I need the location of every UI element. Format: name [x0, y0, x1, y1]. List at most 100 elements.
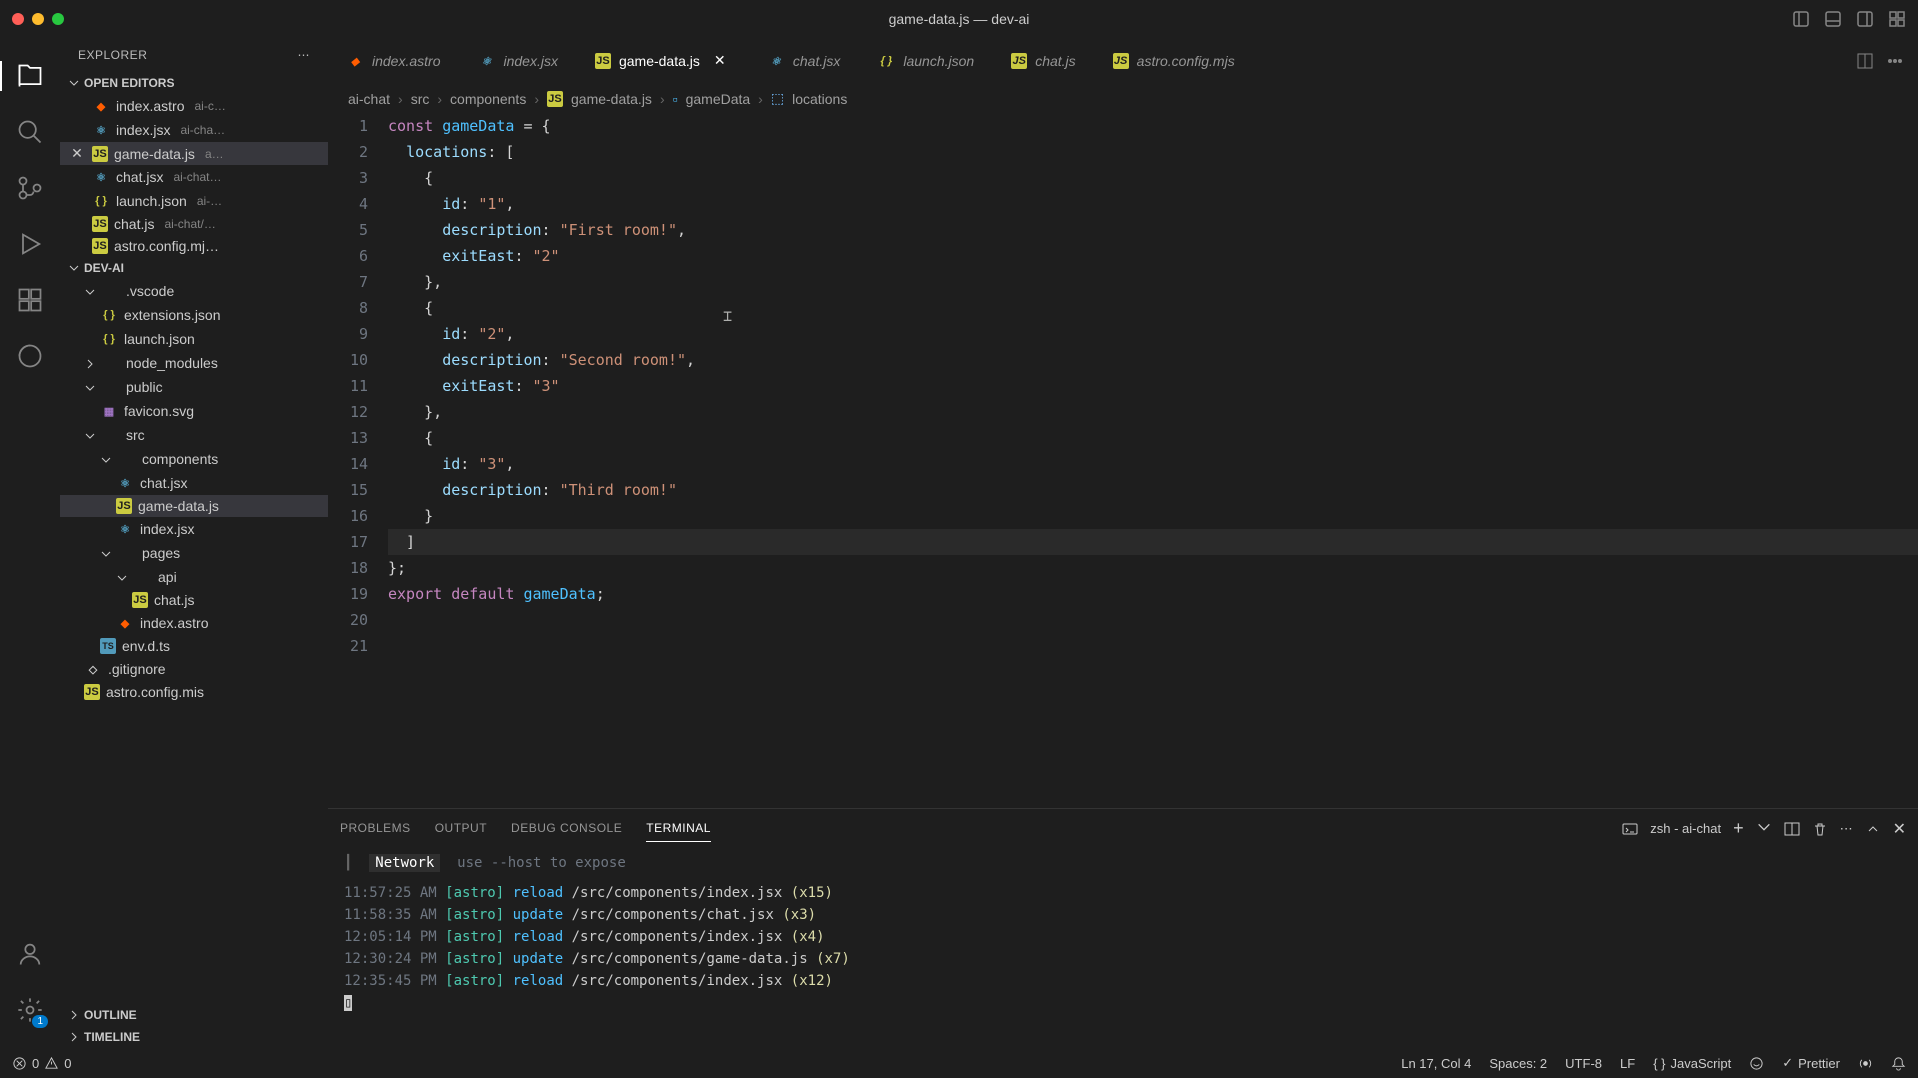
split-editor-icon[interactable]: [1856, 52, 1874, 70]
folder-item[interactable]: node_modules: [60, 351, 328, 375]
terminal-dropdown-icon[interactable]: [1756, 819, 1772, 838]
file-item[interactable]: ▦favicon.svg: [60, 399, 328, 423]
maximize-window-button[interactable]: [52, 13, 64, 25]
customize-layout-icon[interactable]: [1888, 10, 1906, 28]
close-tab-icon[interactable]: ✕: [714, 52, 730, 69]
status-feedback-icon[interactable]: [1749, 1056, 1764, 1071]
sidebar-title: EXPLORER: [78, 48, 147, 62]
terminal-line: 11:58:35 AM [astro] update /src/componen…: [344, 904, 1902, 926]
project-section[interactable]: DEV-AI: [60, 257, 328, 279]
outline-section[interactable]: OUTLINE: [60, 1004, 328, 1026]
folder-item[interactable]: .vscode: [60, 279, 328, 303]
terminal-label[interactable]: zsh - ai-chat: [1650, 821, 1721, 836]
file-item[interactable]: ◇.gitignore: [60, 657, 328, 681]
run-debug-tab[interactable]: [0, 216, 60, 272]
open-editor-item[interactable]: JSastro.config.mj…: [60, 235, 328, 257]
terminal-output[interactable]: ┃ Network use --host to expose 11:57:25 …: [328, 842, 1918, 1048]
panel-actions: zsh - ai-chat + ⋯ ✕: [1622, 818, 1906, 839]
maximize-panel-icon[interactable]: [1865, 821, 1881, 837]
close-window-button[interactable]: [12, 13, 24, 25]
window-title: game-data.js — dev-ai: [889, 11, 1030, 27]
status-spaces[interactable]: Spaces: 2: [1489, 1056, 1547, 1071]
status-language[interactable]: { } JavaScript: [1653, 1056, 1731, 1071]
panel-tab-problems[interactable]: PROBLEMS: [340, 815, 411, 842]
toggle-panel-icon[interactable]: [1824, 10, 1842, 28]
breadcrumb[interactable]: ai-chat › src › components › JSgame-data…: [328, 84, 1918, 113]
editor-tab[interactable]: JSgame-data.js✕: [577, 38, 749, 84]
accounts-button[interactable]: [0, 926, 60, 982]
panel-tab-debug-console[interactable]: DEBUG CONSOLE: [511, 815, 622, 842]
more-actions-icon[interactable]: [1886, 52, 1904, 70]
edge-tools-tab[interactable]: [0, 328, 60, 384]
status-broadcast-icon[interactable]: [1858, 1056, 1873, 1071]
editor-tab[interactable]: { }launch.json: [859, 38, 993, 84]
open-editor-item[interactable]: ✕JSgame-data.jsa…: [60, 142, 328, 165]
search-tab[interactable]: [0, 104, 60, 160]
close-editor-icon[interactable]: ✕: [68, 145, 86, 162]
editor-tab[interactable]: ⚛index.jsx: [459, 38, 576, 84]
folder-item[interactable]: api: [60, 565, 328, 589]
panel-tab-output[interactable]: OUTPUT: [435, 815, 487, 842]
sidebar-more-icon[interactable]: ⋯: [298, 48, 311, 62]
toggle-primary-sidebar-icon[interactable]: [1792, 10, 1810, 28]
status-cursor[interactable]: Ln 17, Col 4: [1401, 1056, 1471, 1071]
open-editor-item[interactable]: JSchat.jsai-chat/…: [60, 213, 328, 235]
title-bar: game-data.js — dev-ai: [0, 0, 1918, 38]
timeline-section[interactable]: TIMELINE: [60, 1026, 328, 1048]
editor-tab[interactable]: JSastro.config.mjs: [1095, 38, 1254, 84]
status-eol[interactable]: LF: [1620, 1056, 1635, 1071]
terminal-line: 12:35:45 PM [astro] reload /src/componen…: [344, 970, 1902, 992]
explorer-sidebar: EXPLORER ⋯ OPEN EDITORS ◆index.astroai-c…: [60, 38, 328, 1048]
line-gutter: 123456789101112131415161718192021: [328, 113, 388, 808]
chevron-down-icon: [84, 381, 96, 393]
file-item[interactable]: JSchat.js: [60, 589, 328, 611]
extensions-tab[interactable]: [0, 272, 60, 328]
chevron-right-icon: [68, 1009, 80, 1021]
file-item[interactable]: ⚛chat.jsx: [60, 471, 328, 495]
status-prettier[interactable]: ✓ Prettier: [1782, 1055, 1840, 1071]
kill-terminal-icon[interactable]: [1812, 821, 1828, 837]
chevron-down-icon: [116, 571, 128, 583]
open-editor-item[interactable]: ⚛chat.jsxai-chat…: [60, 165, 328, 189]
settings-gear-button[interactable]: 1: [0, 982, 60, 1038]
source-control-tab[interactable]: [0, 160, 60, 216]
chevron-right-icon: [68, 1031, 80, 1043]
panel-tabs: PROBLEMS OUTPUT DEBUG CONSOLE TERMINAL zsh …: [328, 809, 1918, 842]
folder-item[interactable]: src: [60, 423, 328, 447]
open-editor-item[interactable]: { }launch.jsonai-…: [60, 189, 328, 213]
editor-tab[interactable]: ◆index.astro: [328, 38, 459, 84]
status-errors[interactable]: 0 0: [12, 1056, 71, 1071]
folder-item[interactable]: public: [60, 375, 328, 399]
file-item[interactable]: { }extensions.json: [60, 303, 328, 327]
minimize-window-button[interactable]: [32, 13, 44, 25]
status-bell-icon[interactable]: [1891, 1056, 1906, 1071]
split-terminal-icon[interactable]: [1784, 821, 1800, 837]
sidebar-header: EXPLORER ⋯: [60, 38, 328, 72]
code-editor[interactable]: 123456789101112131415161718192021 const …: [328, 113, 1918, 808]
file-item[interactable]: ⚛index.jsx: [60, 517, 328, 541]
editor-tab[interactable]: ⚛chat.jsx: [749, 38, 859, 84]
status-bar: 0 0 Ln 17, Col 4 Spaces: 2 UTF-8 LF { } …: [0, 1048, 1918, 1078]
panel-tab-terminal[interactable]: TERMINAL: [646, 815, 711, 842]
file-item[interactable]: ◆index.astro: [60, 611, 328, 635]
open-editor-item[interactable]: ⚛index.jsxai-cha…: [60, 118, 328, 142]
status-encoding[interactable]: UTF-8: [1565, 1056, 1602, 1071]
chevron-down-icon: [84, 285, 96, 297]
folder-item[interactable]: pages: [60, 541, 328, 565]
explorer-tab[interactable]: [0, 48, 60, 104]
editor-tab[interactable]: JSchat.js: [993, 38, 1094, 84]
toggle-secondary-sidebar-icon[interactable]: [1856, 10, 1874, 28]
open-editors-section[interactable]: OPEN EDITORS: [60, 72, 328, 94]
new-terminal-icon[interactable]: +: [1733, 818, 1744, 839]
close-panel-icon[interactable]: ✕: [1893, 819, 1906, 839]
open-editor-item[interactable]: ◆index.astroai-c…: [60, 94, 328, 118]
file-item[interactable]: JSastro.config.mis: [60, 681, 328, 703]
folder-item[interactable]: components: [60, 447, 328, 471]
terminal-profile-icon[interactable]: [1622, 821, 1638, 837]
file-item[interactable]: JSgame-data.js: [60, 495, 328, 517]
more-terminal-actions-icon[interactable]: ⋯: [1840, 821, 1853, 837]
chevron-down-icon: [100, 453, 112, 465]
file-item[interactable]: TSenv.d.ts: [60, 635, 328, 657]
file-item[interactable]: { }launch.json: [60, 327, 328, 351]
editor-tabs: ◆index.astro⚛index.jsxJSgame-data.js✕⚛ch…: [328, 38, 1918, 84]
